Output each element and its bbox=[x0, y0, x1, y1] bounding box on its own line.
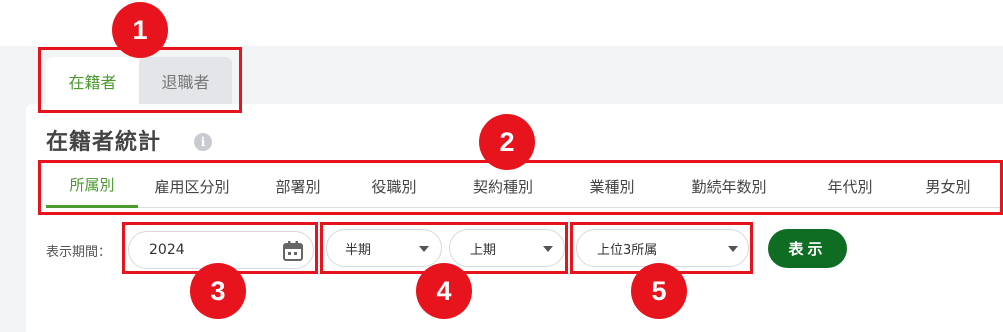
annotation-badge-3: 3 bbox=[190, 263, 246, 319]
annotation-badge-2: 2 bbox=[479, 114, 535, 170]
annotation-badge-5: 5 bbox=[631, 263, 687, 319]
page-title: 在籍者統計 bbox=[46, 130, 162, 155]
info-icon[interactable]: i bbox=[194, 133, 212, 151]
highlight-box-2 bbox=[38, 160, 1003, 215]
annotation-badge-1: 1 bbox=[112, 2, 168, 58]
period-label: 表示期間： bbox=[46, 245, 112, 260]
annotation-badge-4: 4 bbox=[416, 263, 472, 319]
show-button[interactable]: 表示 bbox=[768, 229, 847, 268]
app-screen: 在籍者 退職者 在籍者統計 i 所属別 雇用区分別 部署別 役職別 契約種別 業… bbox=[0, 0, 1003, 332]
